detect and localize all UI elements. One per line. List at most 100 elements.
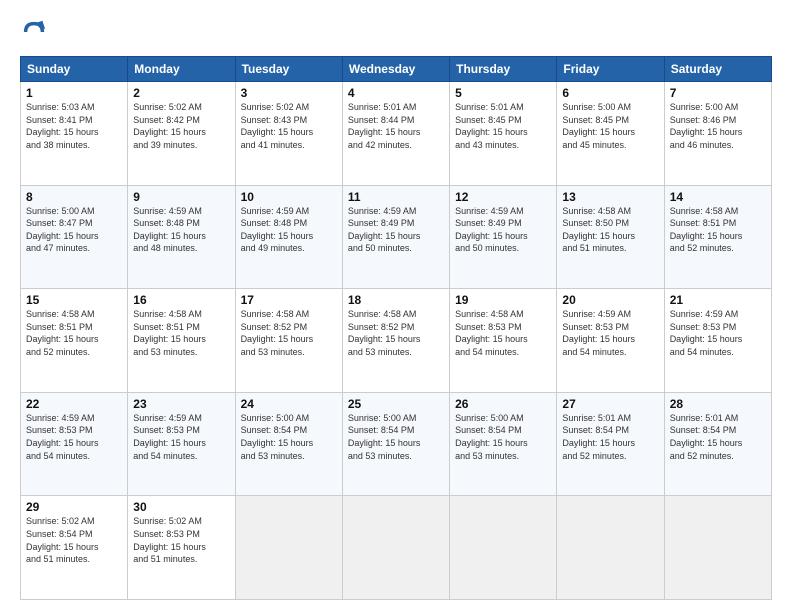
- day-info: Sunrise: 5:02 AM Sunset: 8:54 PM Dayligh…: [26, 515, 122, 565]
- calendar-cell: 6 Sunrise: 5:00 AM Sunset: 8:45 PM Dayli…: [557, 82, 664, 186]
- day-number: 30: [133, 500, 229, 514]
- day-info: Sunrise: 4:58 AM Sunset: 8:51 PM Dayligh…: [133, 308, 229, 358]
- calendar-cell: 15 Sunrise: 4:58 AM Sunset: 8:51 PM Dayl…: [21, 289, 128, 393]
- day-number: 6: [562, 86, 658, 100]
- calendar-cell: 10 Sunrise: 4:59 AM Sunset: 8:48 PM Dayl…: [235, 185, 342, 289]
- calendar-cell: 13 Sunrise: 4:58 AM Sunset: 8:50 PM Dayl…: [557, 185, 664, 289]
- day-number: 26: [455, 397, 551, 411]
- day-info: Sunrise: 5:01 AM Sunset: 8:45 PM Dayligh…: [455, 101, 551, 151]
- weekday-header: Wednesday: [342, 57, 449, 82]
- calendar-cell: [557, 496, 664, 600]
- day-number: 16: [133, 293, 229, 307]
- calendar-header-row: SundayMondayTuesdayWednesdayThursdayFrid…: [21, 57, 772, 82]
- day-number: 5: [455, 86, 551, 100]
- page: SundayMondayTuesdayWednesdayThursdayFrid…: [0, 0, 792, 612]
- calendar-cell: 3 Sunrise: 5:02 AM Sunset: 8:43 PM Dayli…: [235, 82, 342, 186]
- day-number: 18: [348, 293, 444, 307]
- day-number: 13: [562, 190, 658, 204]
- calendar-week-row: 8 Sunrise: 5:00 AM Sunset: 8:47 PM Dayli…: [21, 185, 772, 289]
- weekday-header: Friday: [557, 57, 664, 82]
- calendar-cell: 30 Sunrise: 5:02 AM Sunset: 8:53 PM Dayl…: [128, 496, 235, 600]
- calendar-cell: 24 Sunrise: 5:00 AM Sunset: 8:54 PM Dayl…: [235, 392, 342, 496]
- day-number: 15: [26, 293, 122, 307]
- calendar-cell: 26 Sunrise: 5:00 AM Sunset: 8:54 PM Dayl…: [450, 392, 557, 496]
- day-number: 17: [241, 293, 337, 307]
- day-number: 27: [562, 397, 658, 411]
- calendar-cell: 5 Sunrise: 5:01 AM Sunset: 8:45 PM Dayli…: [450, 82, 557, 186]
- calendar-week-row: 22 Sunrise: 4:59 AM Sunset: 8:53 PM Dayl…: [21, 392, 772, 496]
- calendar-cell: 28 Sunrise: 5:01 AM Sunset: 8:54 PM Dayl…: [664, 392, 771, 496]
- day-number: 1: [26, 86, 122, 100]
- calendar-cell: 11 Sunrise: 4:59 AM Sunset: 8:49 PM Dayl…: [342, 185, 449, 289]
- day-info: Sunrise: 5:01 AM Sunset: 8:54 PM Dayligh…: [670, 412, 766, 462]
- day-number: 22: [26, 397, 122, 411]
- day-info: Sunrise: 5:00 AM Sunset: 8:47 PM Dayligh…: [26, 205, 122, 255]
- calendar-cell: [664, 496, 771, 600]
- day-info: Sunrise: 4:59 AM Sunset: 8:48 PM Dayligh…: [241, 205, 337, 255]
- day-info: Sunrise: 4:58 AM Sunset: 8:51 PM Dayligh…: [670, 205, 766, 255]
- calendar-cell: 19 Sunrise: 4:58 AM Sunset: 8:53 PM Dayl…: [450, 289, 557, 393]
- calendar-cell: 25 Sunrise: 5:00 AM Sunset: 8:54 PM Dayl…: [342, 392, 449, 496]
- calendar-cell: 18 Sunrise: 4:58 AM Sunset: 8:52 PM Dayl…: [342, 289, 449, 393]
- day-info: Sunrise: 5:00 AM Sunset: 8:45 PM Dayligh…: [562, 101, 658, 151]
- weekday-header: Monday: [128, 57, 235, 82]
- day-info: Sunrise: 4:59 AM Sunset: 8:53 PM Dayligh…: [670, 308, 766, 358]
- day-info: Sunrise: 4:58 AM Sunset: 8:51 PM Dayligh…: [26, 308, 122, 358]
- day-info: Sunrise: 4:59 AM Sunset: 8:53 PM Dayligh…: [562, 308, 658, 358]
- day-number: 2: [133, 86, 229, 100]
- weekday-header: Sunday: [21, 57, 128, 82]
- calendar-cell: 4 Sunrise: 5:01 AM Sunset: 8:44 PM Dayli…: [342, 82, 449, 186]
- day-info: Sunrise: 5:02 AM Sunset: 8:43 PM Dayligh…: [241, 101, 337, 151]
- calendar-cell: 9 Sunrise: 4:59 AM Sunset: 8:48 PM Dayli…: [128, 185, 235, 289]
- day-info: Sunrise: 5:01 AM Sunset: 8:54 PM Dayligh…: [562, 412, 658, 462]
- day-info: Sunrise: 5:00 AM Sunset: 8:46 PM Dayligh…: [670, 101, 766, 151]
- calendar-cell: 22 Sunrise: 4:59 AM Sunset: 8:53 PM Dayl…: [21, 392, 128, 496]
- day-info: Sunrise: 5:00 AM Sunset: 8:54 PM Dayligh…: [348, 412, 444, 462]
- calendar-cell: 14 Sunrise: 4:58 AM Sunset: 8:51 PM Dayl…: [664, 185, 771, 289]
- day-number: 4: [348, 86, 444, 100]
- day-number: 14: [670, 190, 766, 204]
- logo: [20, 18, 52, 46]
- calendar-table: SundayMondayTuesdayWednesdayThursdayFrid…: [20, 56, 772, 600]
- day-info: Sunrise: 5:03 AM Sunset: 8:41 PM Dayligh…: [26, 101, 122, 151]
- day-info: Sunrise: 5:02 AM Sunset: 8:42 PM Dayligh…: [133, 101, 229, 151]
- day-info: Sunrise: 4:59 AM Sunset: 8:48 PM Dayligh…: [133, 205, 229, 255]
- day-number: 10: [241, 190, 337, 204]
- calendar-cell: 8 Sunrise: 5:00 AM Sunset: 8:47 PM Dayli…: [21, 185, 128, 289]
- calendar-week-row: 15 Sunrise: 4:58 AM Sunset: 8:51 PM Dayl…: [21, 289, 772, 393]
- calendar-cell: 17 Sunrise: 4:58 AM Sunset: 8:52 PM Dayl…: [235, 289, 342, 393]
- day-number: 28: [670, 397, 766, 411]
- calendar-cell: 7 Sunrise: 5:00 AM Sunset: 8:46 PM Dayli…: [664, 82, 771, 186]
- calendar-cell: 2 Sunrise: 5:02 AM Sunset: 8:42 PM Dayli…: [128, 82, 235, 186]
- logo-icon: [20, 18, 48, 46]
- day-number: 21: [670, 293, 766, 307]
- weekday-header: Thursday: [450, 57, 557, 82]
- calendar-cell: 12 Sunrise: 4:59 AM Sunset: 8:49 PM Dayl…: [450, 185, 557, 289]
- header: [20, 18, 772, 46]
- calendar-cell: 21 Sunrise: 4:59 AM Sunset: 8:53 PM Dayl…: [664, 289, 771, 393]
- calendar-cell: [235, 496, 342, 600]
- day-number: 11: [348, 190, 444, 204]
- day-number: 9: [133, 190, 229, 204]
- day-info: Sunrise: 4:59 AM Sunset: 8:53 PM Dayligh…: [26, 412, 122, 462]
- calendar-week-row: 29 Sunrise: 5:02 AM Sunset: 8:54 PM Dayl…: [21, 496, 772, 600]
- weekday-header: Tuesday: [235, 57, 342, 82]
- day-number: 25: [348, 397, 444, 411]
- day-info: Sunrise: 4:59 AM Sunset: 8:49 PM Dayligh…: [348, 205, 444, 255]
- calendar-cell: 1 Sunrise: 5:03 AM Sunset: 8:41 PM Dayli…: [21, 82, 128, 186]
- calendar-cell: 16 Sunrise: 4:58 AM Sunset: 8:51 PM Dayl…: [128, 289, 235, 393]
- calendar-cell: 23 Sunrise: 4:59 AM Sunset: 8:53 PM Dayl…: [128, 392, 235, 496]
- day-number: 3: [241, 86, 337, 100]
- calendar-cell: 20 Sunrise: 4:59 AM Sunset: 8:53 PM Dayl…: [557, 289, 664, 393]
- day-info: Sunrise: 4:58 AM Sunset: 8:52 PM Dayligh…: [241, 308, 337, 358]
- weekday-header: Saturday: [664, 57, 771, 82]
- calendar-cell: 27 Sunrise: 5:01 AM Sunset: 8:54 PM Dayl…: [557, 392, 664, 496]
- day-info: Sunrise: 4:59 AM Sunset: 8:49 PM Dayligh…: [455, 205, 551, 255]
- day-number: 23: [133, 397, 229, 411]
- calendar-cell: [450, 496, 557, 600]
- calendar-week-row: 1 Sunrise: 5:03 AM Sunset: 8:41 PM Dayli…: [21, 82, 772, 186]
- day-info: Sunrise: 4:58 AM Sunset: 8:50 PM Dayligh…: [562, 205, 658, 255]
- calendar-cell: 29 Sunrise: 5:02 AM Sunset: 8:54 PM Dayl…: [21, 496, 128, 600]
- day-info: Sunrise: 5:00 AM Sunset: 8:54 PM Dayligh…: [455, 412, 551, 462]
- day-number: 7: [670, 86, 766, 100]
